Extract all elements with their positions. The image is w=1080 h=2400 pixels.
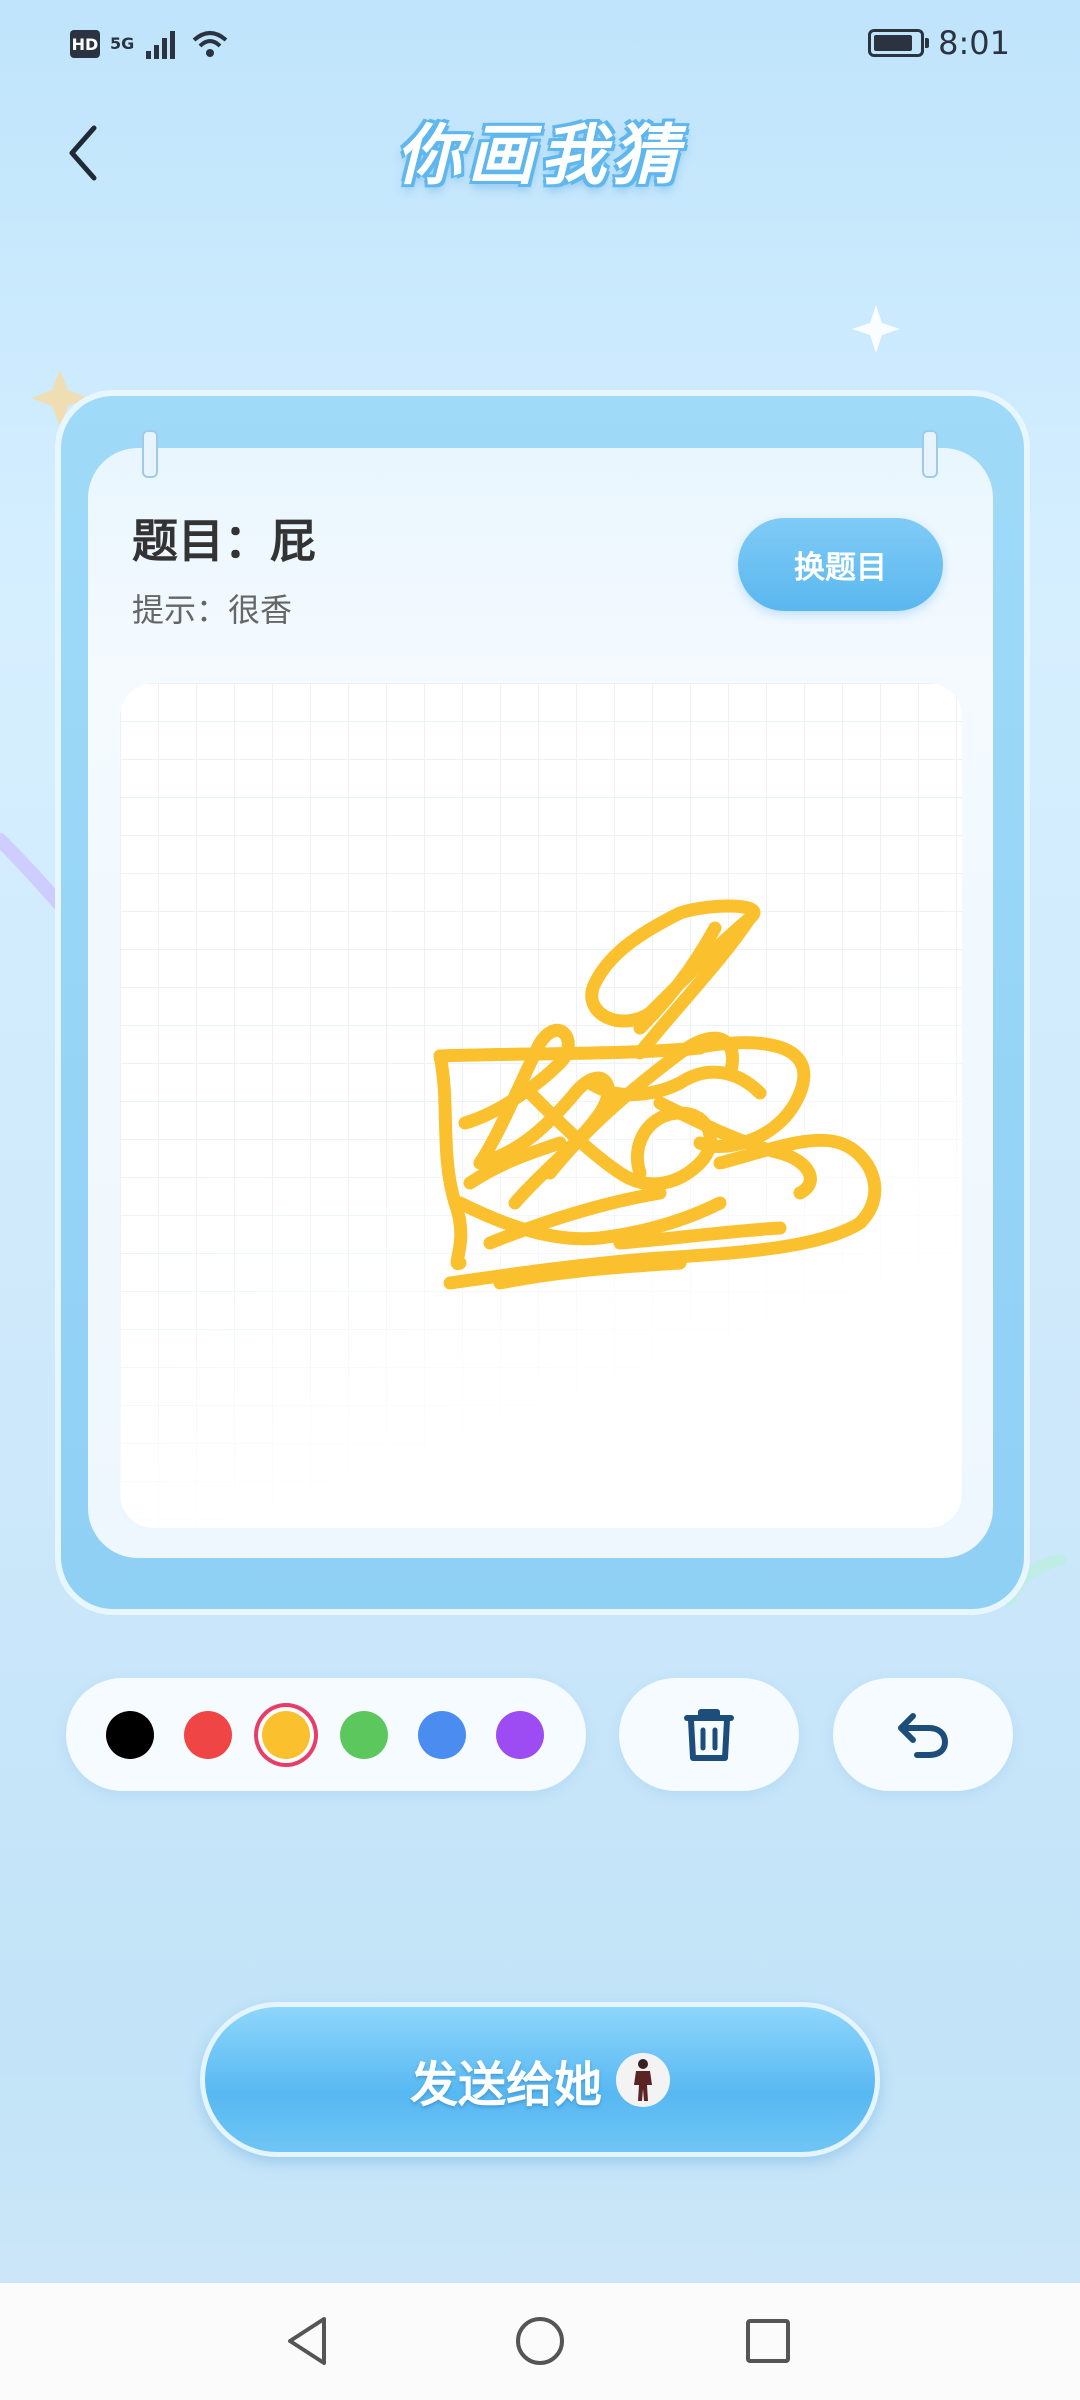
binder-ring-left — [142, 430, 158, 478]
clear-button[interactable] — [619, 1678, 799, 1791]
status-time: 8:01 — [938, 24, 1010, 62]
back-chevron-icon[interactable] — [58, 118, 108, 188]
color-swatch-black[interactable] — [106, 1711, 154, 1759]
drawing-strokes — [433, 899, 882, 1290]
person-avatar-icon — [634, 2058, 652, 2101]
signal-icon — [146, 31, 176, 59]
status-right: 8:01 — [868, 24, 1010, 62]
topic-hint: 提示：很香 — [132, 591, 293, 629]
network-label: 5G — [110, 34, 135, 53]
nav-recents-button[interactable] — [733, 2311, 803, 2371]
undo-icon — [898, 1712, 949, 1758]
color-swatch-green[interactable] — [340, 1711, 388, 1759]
hd-badge: HD — [70, 30, 100, 58]
nav-back-button[interactable] — [272, 2311, 342, 2371]
topic-label: 题目：屁 — [132, 514, 316, 568]
battery-icon — [868, 29, 930, 57]
color-swatch-blue[interactable] — [418, 1711, 466, 1759]
battery-level — [874, 35, 912, 51]
send-button-label: 发送给她 — [409, 2056, 602, 2113]
trash-icon — [684, 1708, 734, 1761]
page-title: 你画我猜 — [330, 100, 750, 200]
change-topic-button[interactable]: 换题目 — [738, 518, 943, 611]
color-swatch-red[interactable] — [184, 1711, 232, 1759]
nav-home-button[interactable] — [505, 2311, 575, 2371]
undo-button[interactable] — [833, 1678, 1013, 1791]
circle-home-icon — [516, 2317, 564, 2365]
avatar — [616, 2052, 670, 2107]
drawing-canvas[interactable] — [120, 683, 962, 1528]
binder-ring-right — [922, 430, 938, 478]
color-palette — [66, 1678, 586, 1791]
system-navigation-bar — [0, 2283, 1080, 2400]
status-left: HD 5G — [70, 28, 230, 60]
square-recents-icon — [746, 2319, 790, 2363]
status-bar: HD 5G 8:01 — [0, 0, 1080, 90]
wifi-icon — [192, 31, 228, 57]
send-button[interactable]: 发送给她 — [200, 2002, 880, 2157]
triangle-back-icon — [288, 2317, 326, 2365]
color-swatch-yellow[interactable] — [262, 1711, 310, 1759]
color-swatch-purple[interactable] — [496, 1711, 544, 1759]
page-title-text: 你画我猜 — [396, 117, 684, 194]
